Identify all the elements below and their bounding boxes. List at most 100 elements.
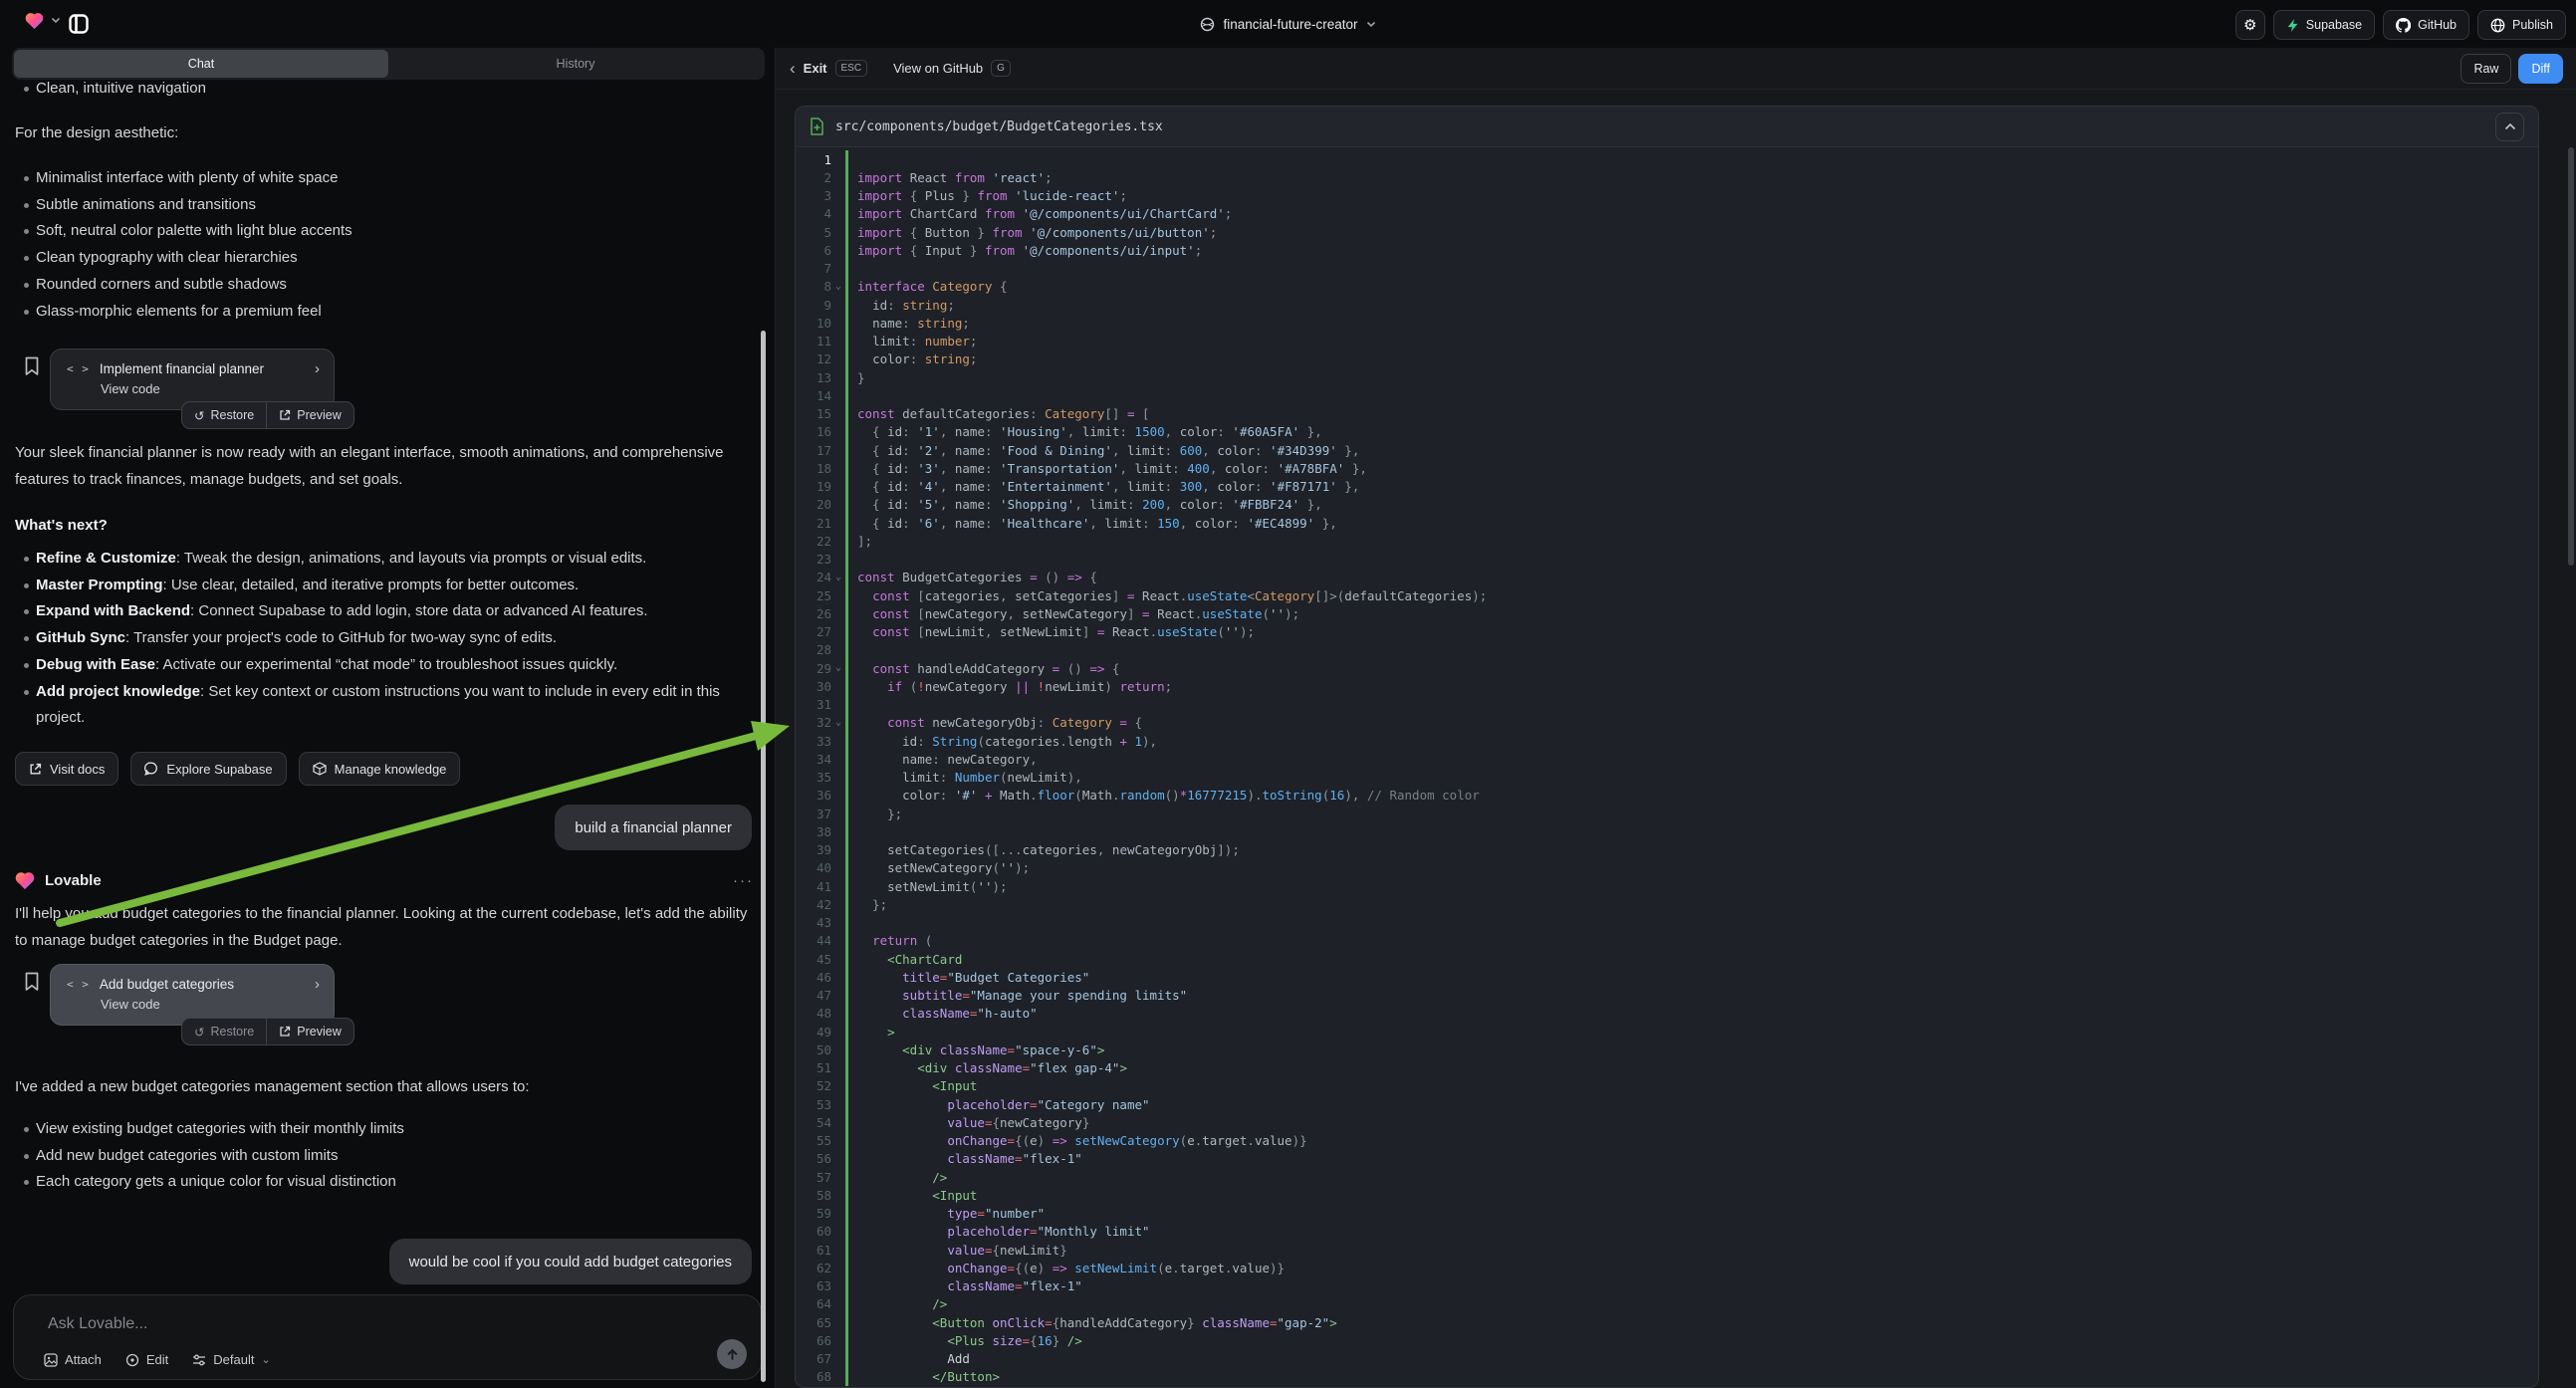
restore-icon: ↺ — [194, 408, 204, 423]
chip-label: Manage knowledge — [335, 762, 447, 777]
list-item: Add new budget categories with custom li… — [0, 1143, 742, 1170]
github-label: GitHub — [2418, 18, 2457, 32]
list-item: Expand with Backend: Connect Supabase to… — [0, 598, 749, 625]
project-switcher[interactable]: financial-future-creator — [0, 0, 2576, 48]
assistant-header: Lovable — [14, 870, 102, 890]
esc-shortcut-badge: ESC — [835, 60, 868, 77]
knowledge-box-icon — [313, 762, 327, 776]
raw-toggle-button[interactable]: Raw — [2460, 54, 2511, 84]
chevron-right-icon: › — [315, 976, 320, 993]
list-item: Soft, neutral color palette with light b… — [0, 218, 742, 245]
chip-label: Visit docs — [50, 762, 105, 777]
file-added-icon — [810, 117, 824, 135]
mode-label: Default — [213, 1352, 254, 1367]
file-header[interactable]: src/components/budget/BudgetCategories.t… — [796, 107, 2538, 147]
tab-history[interactable]: History — [388, 50, 763, 78]
external-link-icon — [279, 409, 291, 421]
preview-button[interactable]: Preview — [267, 1019, 352, 1044]
supabase-label: Supabase — [2306, 18, 2362, 32]
manage-knowledge-button[interactable]: Manage knowledge — [299, 752, 461, 786]
code-icon: < > — [67, 978, 90, 991]
assistant-paragraph: I'll help you add budget categories to t… — [15, 900, 752, 954]
top-bar: financial-future-creator ⚙ Supabase GitH… — [0, 0, 2576, 48]
user-message-bubble: would be cool if you could add budget ca… — [389, 1239, 752, 1284]
assistant-name: Lovable — [45, 872, 102, 889]
preview-label: Preview — [297, 1025, 341, 1039]
list-item: Minimalist interface with plenty of whit… — [0, 165, 742, 192]
external-link-icon — [279, 1026, 291, 1038]
target-icon — [125, 1353, 139, 1367]
design-bullet-list: Minimalist interface with plenty of whit… — [0, 165, 742, 325]
list-item: View existing budget categories with the… — [0, 1116, 742, 1143]
restore-button[interactable]: ↺ Restore — [182, 402, 266, 428]
code-icon: < > — [67, 362, 90, 375]
list-item: Add project knowledge: Set key context o… — [0, 679, 749, 732]
preview-button[interactable]: Preview — [267, 402, 352, 428]
restore-preview-pill: ↺ Restore Preview — [181, 1018, 354, 1045]
edit-label: Edit — [146, 1352, 168, 1367]
view-on-github-link[interactable]: View on GitHub — [893, 61, 983, 76]
message-menu-button[interactable]: ··· — [733, 872, 754, 889]
bookmark-icon[interactable] — [24, 356, 40, 376]
external-link-icon — [29, 763, 42, 776]
arrow-up-icon — [726, 1348, 739, 1361]
list-item: Master Prompting: Use clear, detailed, a… — [0, 573, 749, 599]
exit-button[interactable]: Exit — [804, 61, 827, 76]
restore-icon: ↺ — [194, 1025, 204, 1040]
chevron-down-icon: ⌄ — [261, 1353, 270, 1366]
globe-icon — [2490, 18, 2505, 33]
github-button[interactable]: GitHub — [2383, 10, 2469, 40]
sliders-icon — [192, 1353, 206, 1367]
list-item: Debug with Ease: Activate our experiment… — [0, 652, 749, 679]
mode-selector[interactable]: Default ⌄ — [192, 1352, 270, 1367]
restore-label: Restore — [210, 408, 254, 422]
lovable-heart-icon — [14, 870, 36, 890]
send-button[interactable] — [717, 1339, 747, 1369]
view-code-link[interactable]: View code — [51, 993, 334, 1012]
version-title: Add budget categories — [100, 977, 234, 992]
list-item: Clean, intuitive navigation — [0, 76, 742, 103]
attach-label: Attach — [65, 1352, 102, 1367]
version-card-add-budget-categories[interactable]: < > Add budget categories › View code — [50, 964, 335, 1026]
code-scrollbar[interactable] — [2568, 147, 2574, 566]
version-title: Implement financial planner — [100, 361, 264, 376]
list-item: Refine & Customize: Tweak the design, an… — [0, 546, 749, 573]
whats-next-heading: What's next? — [15, 512, 742, 539]
restore-label: Restore — [210, 1025, 254, 1039]
visit-docs-button[interactable]: Visit docs — [15, 752, 118, 786]
list-item: Clean typography with clear hierarchies — [0, 245, 742, 272]
image-icon — [44, 1353, 58, 1367]
diff-toggle-button[interactable]: Diff — [2518, 54, 2563, 84]
code-toolbar: ‹ Exit ESC View on GitHub G Raw Diff — [776, 48, 2576, 90]
github-icon — [2396, 18, 2411, 33]
publish-button[interactable]: Publish — [2477, 10, 2566, 40]
code-panel: ‹ Exit ESC View on GitHub G Raw Diff src… — [775, 48, 2576, 1388]
g-shortcut-badge: G — [991, 60, 1011, 77]
project-name: financial-future-creator — [1223, 17, 1357, 32]
chat-scrollbar[interactable] — [761, 331, 766, 1382]
partial-bullet-list: Clean, intuitive navigation — [0, 76, 742, 103]
back-chevron-icon[interactable]: ‹ — [790, 59, 796, 79]
edit-mode-button[interactable]: Edit — [125, 1352, 168, 1367]
file-diff-card: src/components/budget/BudgetCategories.t… — [795, 106, 2539, 1388]
code-lines[interactable]: 12import React from 'react';3import { Pl… — [796, 147, 2538, 1387]
attach-button[interactable]: Attach — [44, 1352, 102, 1367]
file-path: src/components/budget/BudgetCategories.t… — [835, 119, 1163, 134]
chip-label: Explore Supabase — [166, 762, 272, 777]
restore-button[interactable]: ↺ Restore — [182, 1019, 266, 1044]
bookmark-icon[interactable] — [24, 972, 40, 992]
explore-supabase-button[interactable]: Explore Supabase — [130, 752, 286, 786]
supabase-bolt-icon — [2286, 18, 2299, 33]
collapse-file-button[interactable] — [2495, 113, 2524, 141]
publish-label: Publish — [2512, 18, 2553, 32]
composer-input[interactable]: Ask Lovable... — [48, 1315, 148, 1333]
user-message-bubble: build a financial planner — [555, 805, 752, 850]
design-heading: For the design aesthetic: — [15, 119, 742, 146]
chat-composer[interactable]: Ask Lovable... Attach Edit — [13, 1294, 762, 1380]
supabase-button[interactable]: Supabase — [2273, 10, 2375, 40]
settings-button[interactable]: ⚙ — [2235, 10, 2265, 40]
chat-panel: Chat History Clean, intuitive navigation… — [0, 48, 775, 1388]
view-code-link[interactable]: View code — [51, 377, 334, 396]
list-item: GitHub Sync: Transfer your project's cod… — [0, 625, 749, 652]
tab-chat[interactable]: Chat — [14, 50, 388, 78]
